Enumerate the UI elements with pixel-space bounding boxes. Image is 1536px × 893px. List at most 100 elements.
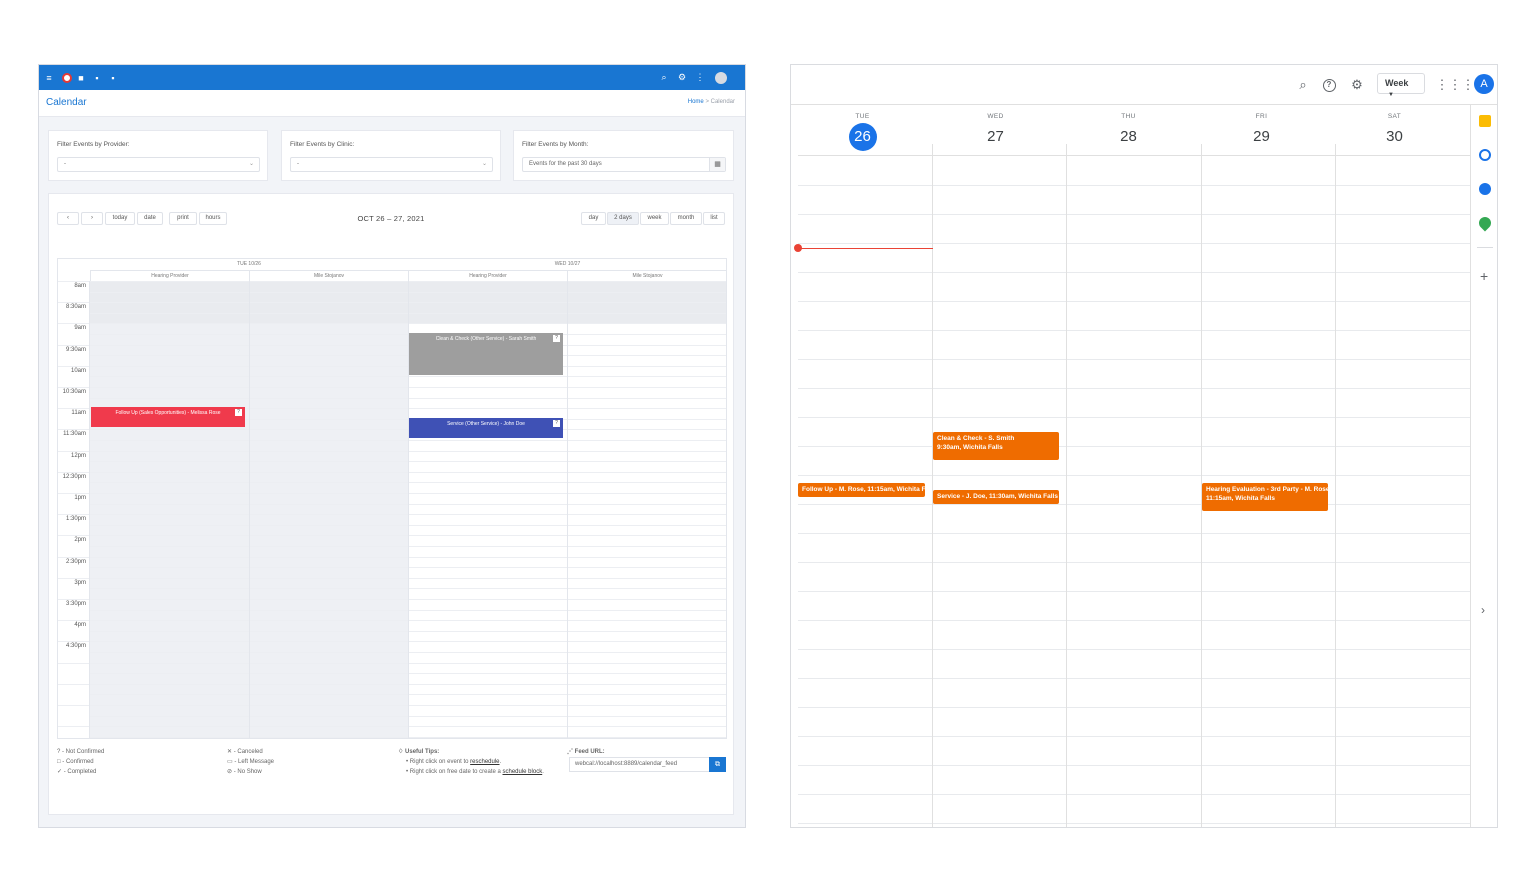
logo-icon[interactable] (61, 65, 73, 90)
provider-filter-select[interactable]: - ⌄ (57, 157, 260, 172)
breadcrumb: Home > Calendar (688, 99, 735, 105)
hour-line (798, 272, 1470, 273)
schedule-block-link[interactable]: schedule block (503, 769, 543, 775)
apps-grid-icon[interactable]: ⋮⋮⋮ (1436, 75, 1475, 95)
calendar-card: ‹ › today date print hours OCT 26 – 27, … (48, 193, 734, 815)
grid-line (58, 683, 726, 685)
status-legend-1: ? - Not Confirmed □ - Confirmed ✓ - Comp… (57, 747, 104, 777)
avatar[interactable]: A (1474, 74, 1494, 94)
hour-line (798, 562, 1470, 563)
more-icon[interactable]: ⋮ (695, 65, 705, 90)
chevron-down-icon: ▼ (1388, 92, 1394, 98)
time-label: 1pm (74, 495, 86, 501)
tips-title: Useful Tips: (405, 749, 440, 755)
search-icon[interactable]: ⌕ (659, 65, 669, 90)
event-title: Service - J. Doe, 11:30am, Wichita Falls (937, 493, 1058, 500)
day-header-thu[interactable]: THU 28 (1062, 113, 1195, 151)
calendar-icon[interactable]: ▦ (709, 158, 725, 171)
event-clean-check[interactable]: Clean & Check - S. Smith 9:30am, Wichita… (933, 432, 1059, 460)
event-service[interactable]: Service - J. Doe, 11:30am, Wichita Falls (933, 490, 1059, 504)
view-select[interactable]: Week ▼ (1377, 73, 1425, 98)
settings-icon[interactable]: ⚙ (1347, 75, 1367, 95)
search-icon[interactable]: ⌕ (1293, 75, 1313, 95)
event-clean-check[interactable]: Clean & Check (Other Service) - Sarah Sm… (409, 333, 563, 375)
grid-line (58, 471, 726, 473)
view-month-button[interactable]: month (670, 212, 702, 225)
lightbulb-icon: ♢ (398, 749, 406, 755)
clinic-filter-label: Filter Events by Clinic: (290, 141, 355, 148)
legend-item: □ - Confirmed (57, 759, 94, 765)
month-filter-input[interactable]: Events for the past 30 days ▦ (522, 157, 726, 172)
time-label: 8am (74, 283, 86, 289)
grid-line (58, 705, 726, 706)
time-label: 2pm (74, 537, 86, 544)
time-label: 2:30pm (65, 558, 86, 565)
copy-icon[interactable]: ⧉ (709, 757, 726, 772)
grid-line (58, 641, 726, 643)
breadcrumb-home[interactable]: Home (688, 99, 704, 105)
time-label: 12pm (70, 452, 86, 459)
time-label: 4pm (74, 622, 86, 629)
grid-line (58, 577, 726, 579)
hour-line (798, 736, 1470, 737)
event-title: Clean & Check - S. Smith (937, 435, 1015, 442)
clinic-filter-select[interactable]: - ⌄ (290, 157, 493, 172)
keep-icon[interactable] (1479, 115, 1491, 127)
help-icon[interactable]: ? (1319, 75, 1339, 95)
day-header-sat[interactable]: SAT 30 (1328, 113, 1461, 151)
time-label: 10:30am (62, 389, 86, 395)
menu-icon[interactable]: ≡ (44, 65, 54, 90)
grid-line (58, 493, 726, 494)
hour-line (798, 475, 1470, 476)
divider (1477, 247, 1493, 248)
legend-item: ▭ - Left Message (227, 759, 275, 765)
grid-line (58, 620, 726, 622)
view-2days-button[interactable]: 2 days (607, 212, 639, 225)
feed-url-input[interactable]: webcal://localhost:8889/calendar_feed (569, 757, 711, 772)
legend-item: ✓ - Completed (57, 769, 97, 775)
view-week-button[interactable]: week (640, 212, 669, 225)
day-number: 29 (1253, 128, 1270, 145)
contacts-icon[interactable] (1479, 183, 1491, 195)
day-number: 26 (848, 123, 877, 151)
month-filter-label: Filter Events by Month: (522, 141, 589, 148)
tasks-icon[interactable] (1479, 149, 1491, 161)
day-header-fri[interactable]: FRI 29 (1195, 113, 1328, 151)
column-header: Hearing Provider (408, 270, 567, 281)
settings-icon[interactable]: ⚙ (677, 65, 687, 90)
event-detail: 9:30am, Wichita Falls (937, 444, 1003, 451)
week-grid[interactable]: Clean & Check - S. Smith 9:30am, Wichita… (794, 144, 1471, 827)
grid-line (58, 365, 726, 367)
apps-icon[interactable]: ■ (76, 65, 86, 90)
add-icon[interactable]: + (1480, 268, 1488, 284)
maps-icon[interactable] (1476, 214, 1494, 232)
status-legend-2: ✕ - Canceled ▭ - Left Message ⊘ - No Sho… (227, 747, 274, 777)
grid-line (58, 662, 726, 664)
day-divider (1066, 144, 1067, 827)
avatar[interactable] (714, 65, 728, 90)
hour-line (798, 678, 1470, 679)
breadcrumb-current: Calendar (710, 99, 735, 105)
day-divider (1335, 144, 1336, 827)
event-service[interactable]: Service (Other Service) - John Doe ? (409, 418, 563, 438)
event-follow-up[interactable]: Follow Up (Sales Opportunities) - Meliss… (91, 407, 245, 427)
view-list-button[interactable]: list (703, 212, 725, 225)
hour-line (798, 591, 1470, 592)
event-hearing-evaluation[interactable]: Hearing Evaluation - 3rd Party - M. Rose… (1202, 483, 1328, 511)
grid-line (58, 556, 726, 558)
provider-filter-card: Filter Events by Provider: - ⌄ (48, 130, 268, 181)
event-follow-up[interactable]: Follow Up - M. Rose, 11:15am, Wichita Fa… (798, 483, 925, 497)
calendar-grid: TUE 10/26 WED 10/27 Hearing Provider Mil… (57, 258, 727, 739)
column-header: Hearing Provider (90, 270, 249, 281)
time-label: 3:30pm (65, 601, 86, 607)
expand-icon[interactable]: › (1481, 603, 1485, 617)
status-badge: ? (235, 409, 242, 416)
day-header-wed[interactable]: WED 27 (929, 113, 1062, 151)
reschedule-link[interactable]: reschedule (470, 759, 499, 765)
chat-icon[interactable]: ▪ (92, 65, 102, 90)
view-day-button[interactable]: day (581, 212, 606, 225)
column-divider (249, 270, 250, 738)
day-header-tue[interactable]: TUE 26 (796, 113, 929, 151)
message-icon[interactable]: ▪ (108, 65, 118, 90)
day-of-week: TUE (855, 113, 870, 120)
